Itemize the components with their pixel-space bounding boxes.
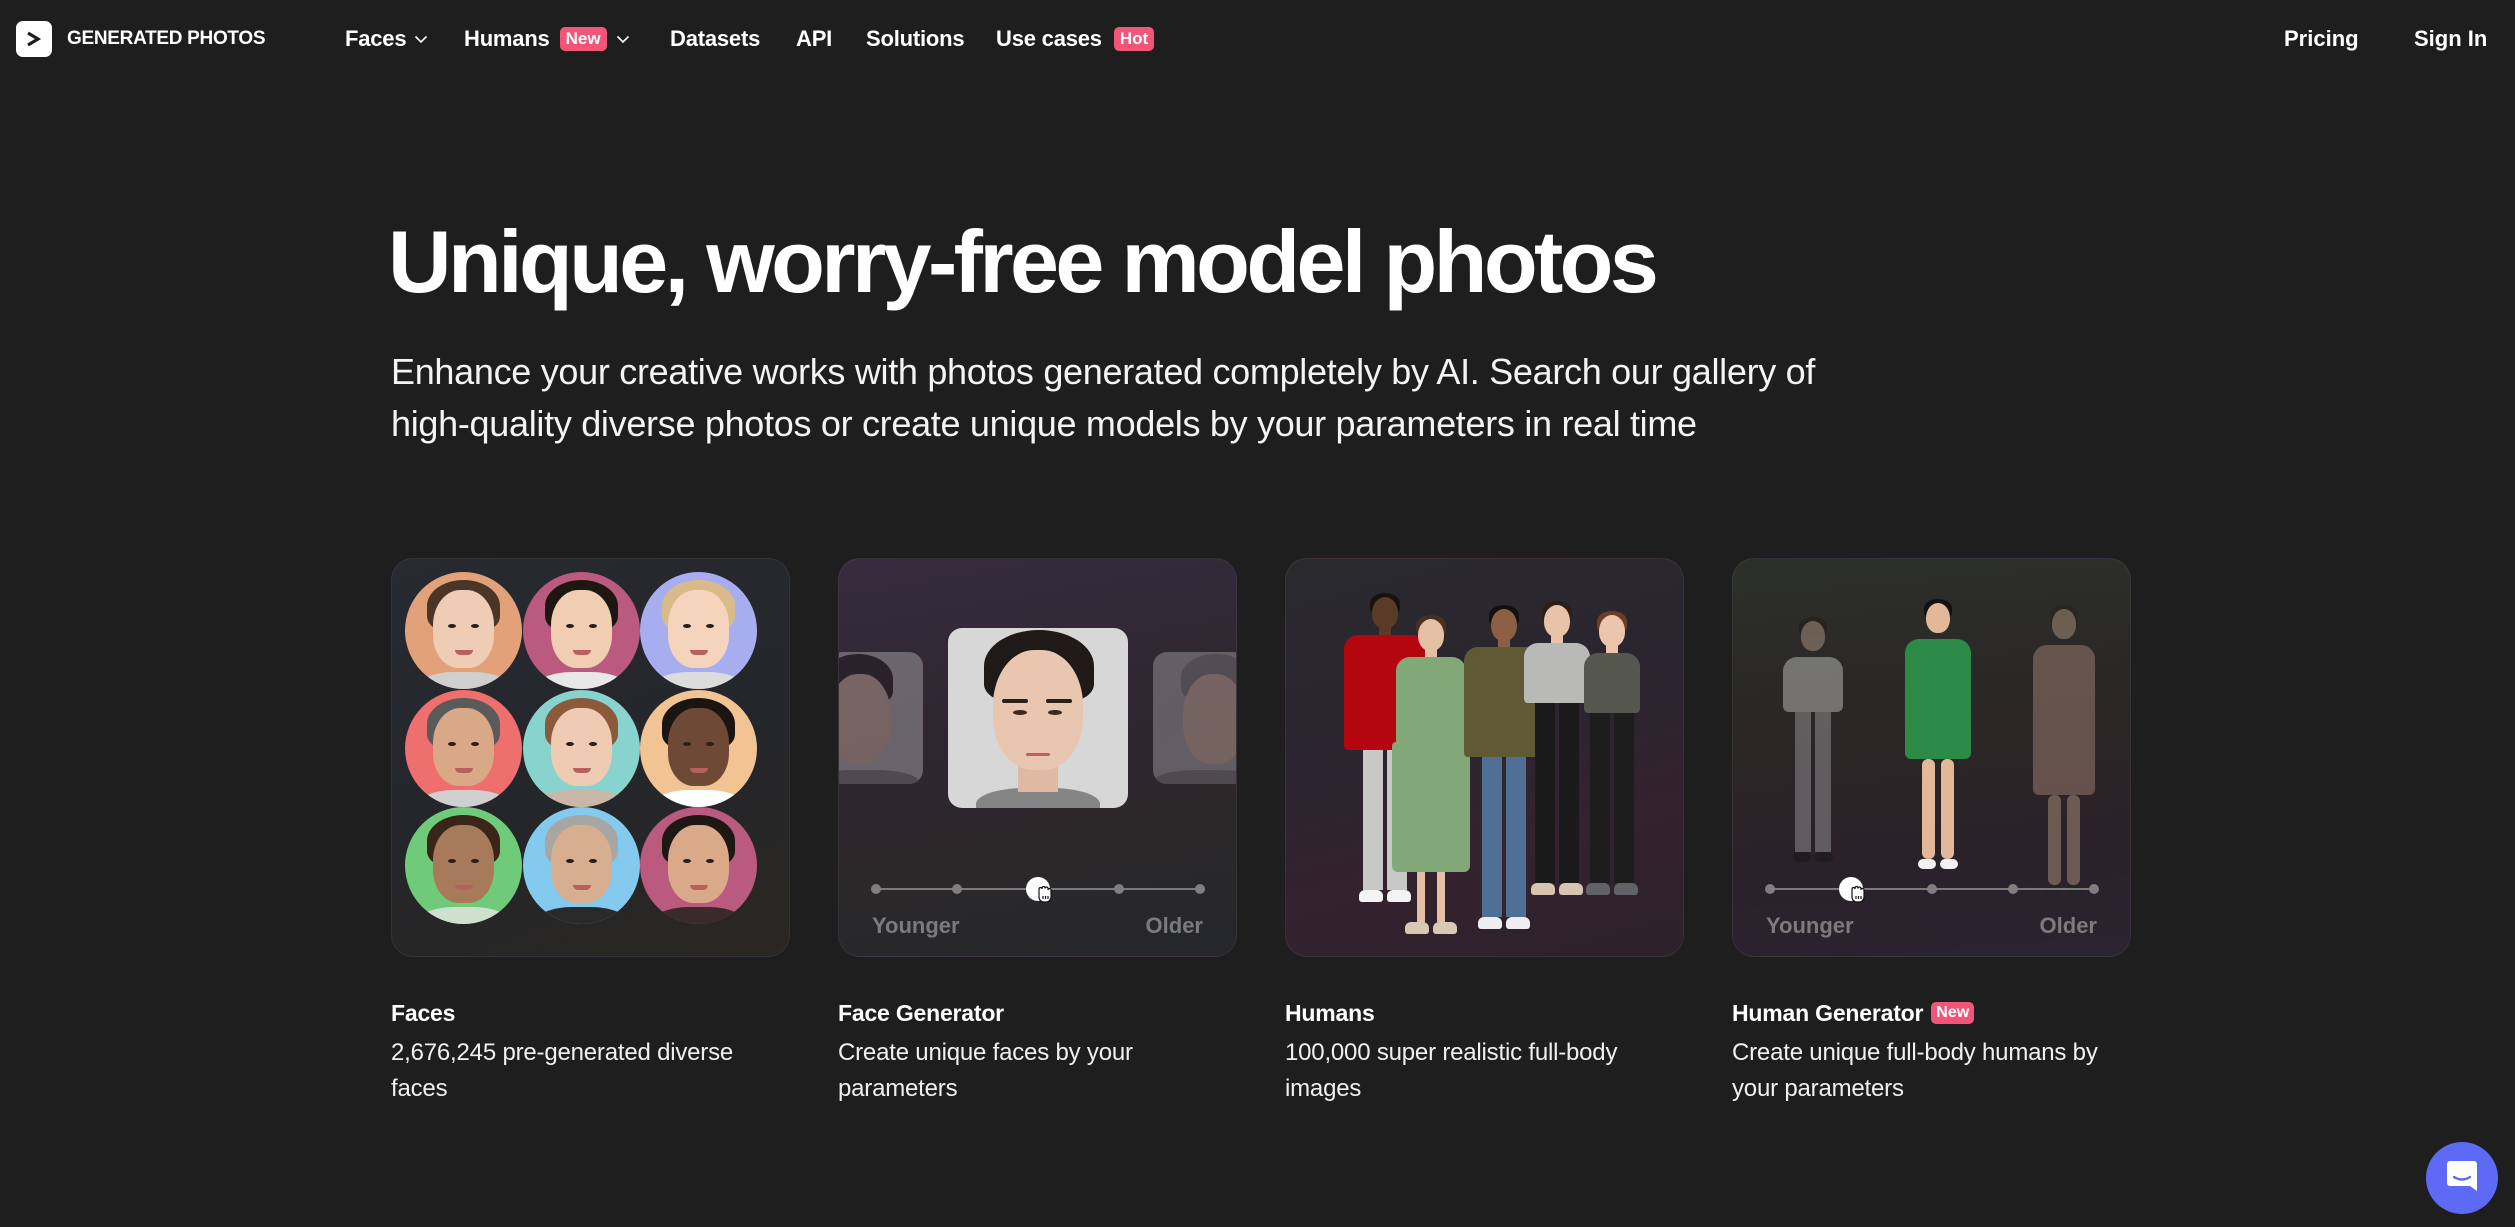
top-nav: GENERATED PHOTOS Faces Humans New Datase… <box>0 0 2515 78</box>
nav-solutions[interactable]: Solutions <box>866 24 965 54</box>
slider-step-dot[interactable] <box>1114 884 1124 894</box>
nav-datasets[interactable]: Datasets <box>670 24 760 54</box>
page: GENERATED PHOTOS Faces Humans New Datase… <box>0 0 2515 1227</box>
hero-subtitle: Enhance your creative works with photos … <box>391 346 1951 450</box>
human-generator-image[interactable]: Younger Older <box>1732 558 2131 957</box>
hero-title: Unique, worry-free model photos <box>388 212 1659 311</box>
face-thumbnail[interactable] <box>640 807 757 924</box>
card-face-generator-title-text: Face Generator <box>838 1000 1004 1026</box>
card-faces-desc-line1: 2,676,245 pre-generated diverse <box>391 1039 734 1066</box>
logo-text: GENERATED PHOTOS <box>67 28 266 49</box>
card-human-generator-desc-line2: your parameters <box>1732 1075 1904 1102</box>
nav-datasets-label: Datasets <box>670 26 761 51</box>
card-humans-desc-line1: 100,000 super realistic full-body <box>1285 1039 1618 1066</box>
slider-step-dot[interactable] <box>2008 884 2018 894</box>
slider-step-dot[interactable] <box>871 884 881 894</box>
nav-use-cases-label: Use cases <box>996 26 1102 51</box>
younger-face-portrait <box>839 652 923 784</box>
grab-cursor-icon <box>1849 885 1867 908</box>
card-human-generator[interactable]: Younger Older Human Generator New Create… <box>1732 558 2131 1107</box>
card-faces[interactable]: Faces 2,676,245 pre-generated diverse fa… <box>391 558 790 1107</box>
new-badge: New <box>1931 1002 1975 1024</box>
logo-link[interactable]: GENERATED PHOTOS <box>16 21 266 57</box>
nav-humans-label: Humans <box>464 26 550 51</box>
face-thumbnail[interactable] <box>522 807 640 924</box>
card-human-generator-title-text: Human Generator <box>1732 1000 1924 1026</box>
card-humans-title-text: Humans <box>1285 1000 1375 1026</box>
nav-api-label: API <box>796 26 833 51</box>
main-face-portrait <box>948 628 1128 808</box>
slider-step-dot[interactable] <box>1765 884 1775 894</box>
slider-step-dot[interactable] <box>1195 884 1205 894</box>
nav-faces-label: Faces <box>345 26 407 51</box>
older-face-portrait <box>1153 652 1236 784</box>
card-humans-desc-line2: images <box>1285 1075 1362 1102</box>
chat-bubble-icon <box>2445 1159 2479 1198</box>
grab-cursor-icon <box>1036 885 1054 908</box>
face-thumbnail[interactable] <box>405 689 522 807</box>
card-face-generator-desc-line1: Create unique faces by your <box>838 1039 1133 1066</box>
card-face-generator-desc-line2: parameters <box>838 1075 958 1102</box>
faces-grid-image[interactable] <box>391 558 790 957</box>
slider-younger-label: Younger <box>872 913 960 938</box>
nav-solutions-label: Solutions <box>866 26 965 51</box>
slider-step-dot[interactable] <box>952 884 962 894</box>
face-thumbnail[interactable] <box>405 807 522 924</box>
nav-faces[interactable]: Faces <box>345 24 428 54</box>
card-humans-description: 100,000 super realistic full-body images <box>1285 1035 1684 1107</box>
card-faces-title-text: Faces <box>391 1000 456 1026</box>
card-faces-desc-line2: faces <box>391 1075 448 1102</box>
face-thumbnail[interactable] <box>522 572 640 689</box>
card-face-generator-title: Face Generator <box>838 998 1237 1028</box>
card-humans[interactable]: Humans 100,000 super realistic full-body… <box>1285 558 1684 1107</box>
pricing-link[interactable]: Pricing <box>2284 24 2359 54</box>
slider-younger-label: Younger <box>1766 913 1854 938</box>
card-human-generator-description: Create unique full-body humans by your p… <box>1732 1035 2131 1107</box>
card-faces-title: Faces <box>391 998 790 1028</box>
card-faces-description: 2,676,245 pre-generated diverse faces <box>391 1035 790 1107</box>
nav-api[interactable]: API <box>796 24 832 54</box>
card-human-generator-desc-line1: Create unique full-body humans by <box>1732 1039 2098 1066</box>
card-human-generator-title: Human Generator New <box>1732 998 2131 1028</box>
nav-use-cases[interactable]: Use cases Hot <box>996 24 1155 54</box>
card-face-generator-description: Create unique faces by your parameters <box>838 1035 1237 1107</box>
slider-step-dot[interactable] <box>2089 884 2099 894</box>
hero-subtitle-line2: high-quality diverse photos or create un… <box>391 403 1697 444</box>
nav-humans[interactable]: Humans New <box>464 24 630 54</box>
card-face-generator[interactable]: Younger Older Face Generator Create uniq… <box>838 558 1237 1107</box>
age-slider[interactable] <box>871 877 1205 903</box>
face-thumbnail[interactable] <box>522 689 640 807</box>
hero-subtitle-line1: Enhance your creative works with photos … <box>391 351 1816 392</box>
card-humans-title: Humans <box>1285 998 1684 1028</box>
hot-badge: Hot <box>1113 27 1155 51</box>
new-badge: New <box>559 27 607 51</box>
face-thumbnail[interactable] <box>640 572 757 689</box>
logo-chevron-icon <box>16 21 52 57</box>
chevron-down-icon <box>616 35 630 44</box>
age-slider[interactable] <box>1765 877 2099 903</box>
chat-launcher-button[interactable] <box>2426 1142 2498 1214</box>
face-thumbnail[interactable] <box>405 572 522 689</box>
humans-group-image[interactable] <box>1285 558 1684 957</box>
chevron-down-icon <box>414 35 428 44</box>
face-generator-image[interactable]: Younger Older <box>838 558 1237 957</box>
slider-older-label: Older <box>1145 913 1203 938</box>
sign-in-link[interactable]: Sign In <box>2414 24 2487 54</box>
slider-step-dot[interactable] <box>1927 884 1937 894</box>
face-thumbnail[interactable] <box>640 689 757 807</box>
slider-older-label: Older <box>2039 913 2097 938</box>
